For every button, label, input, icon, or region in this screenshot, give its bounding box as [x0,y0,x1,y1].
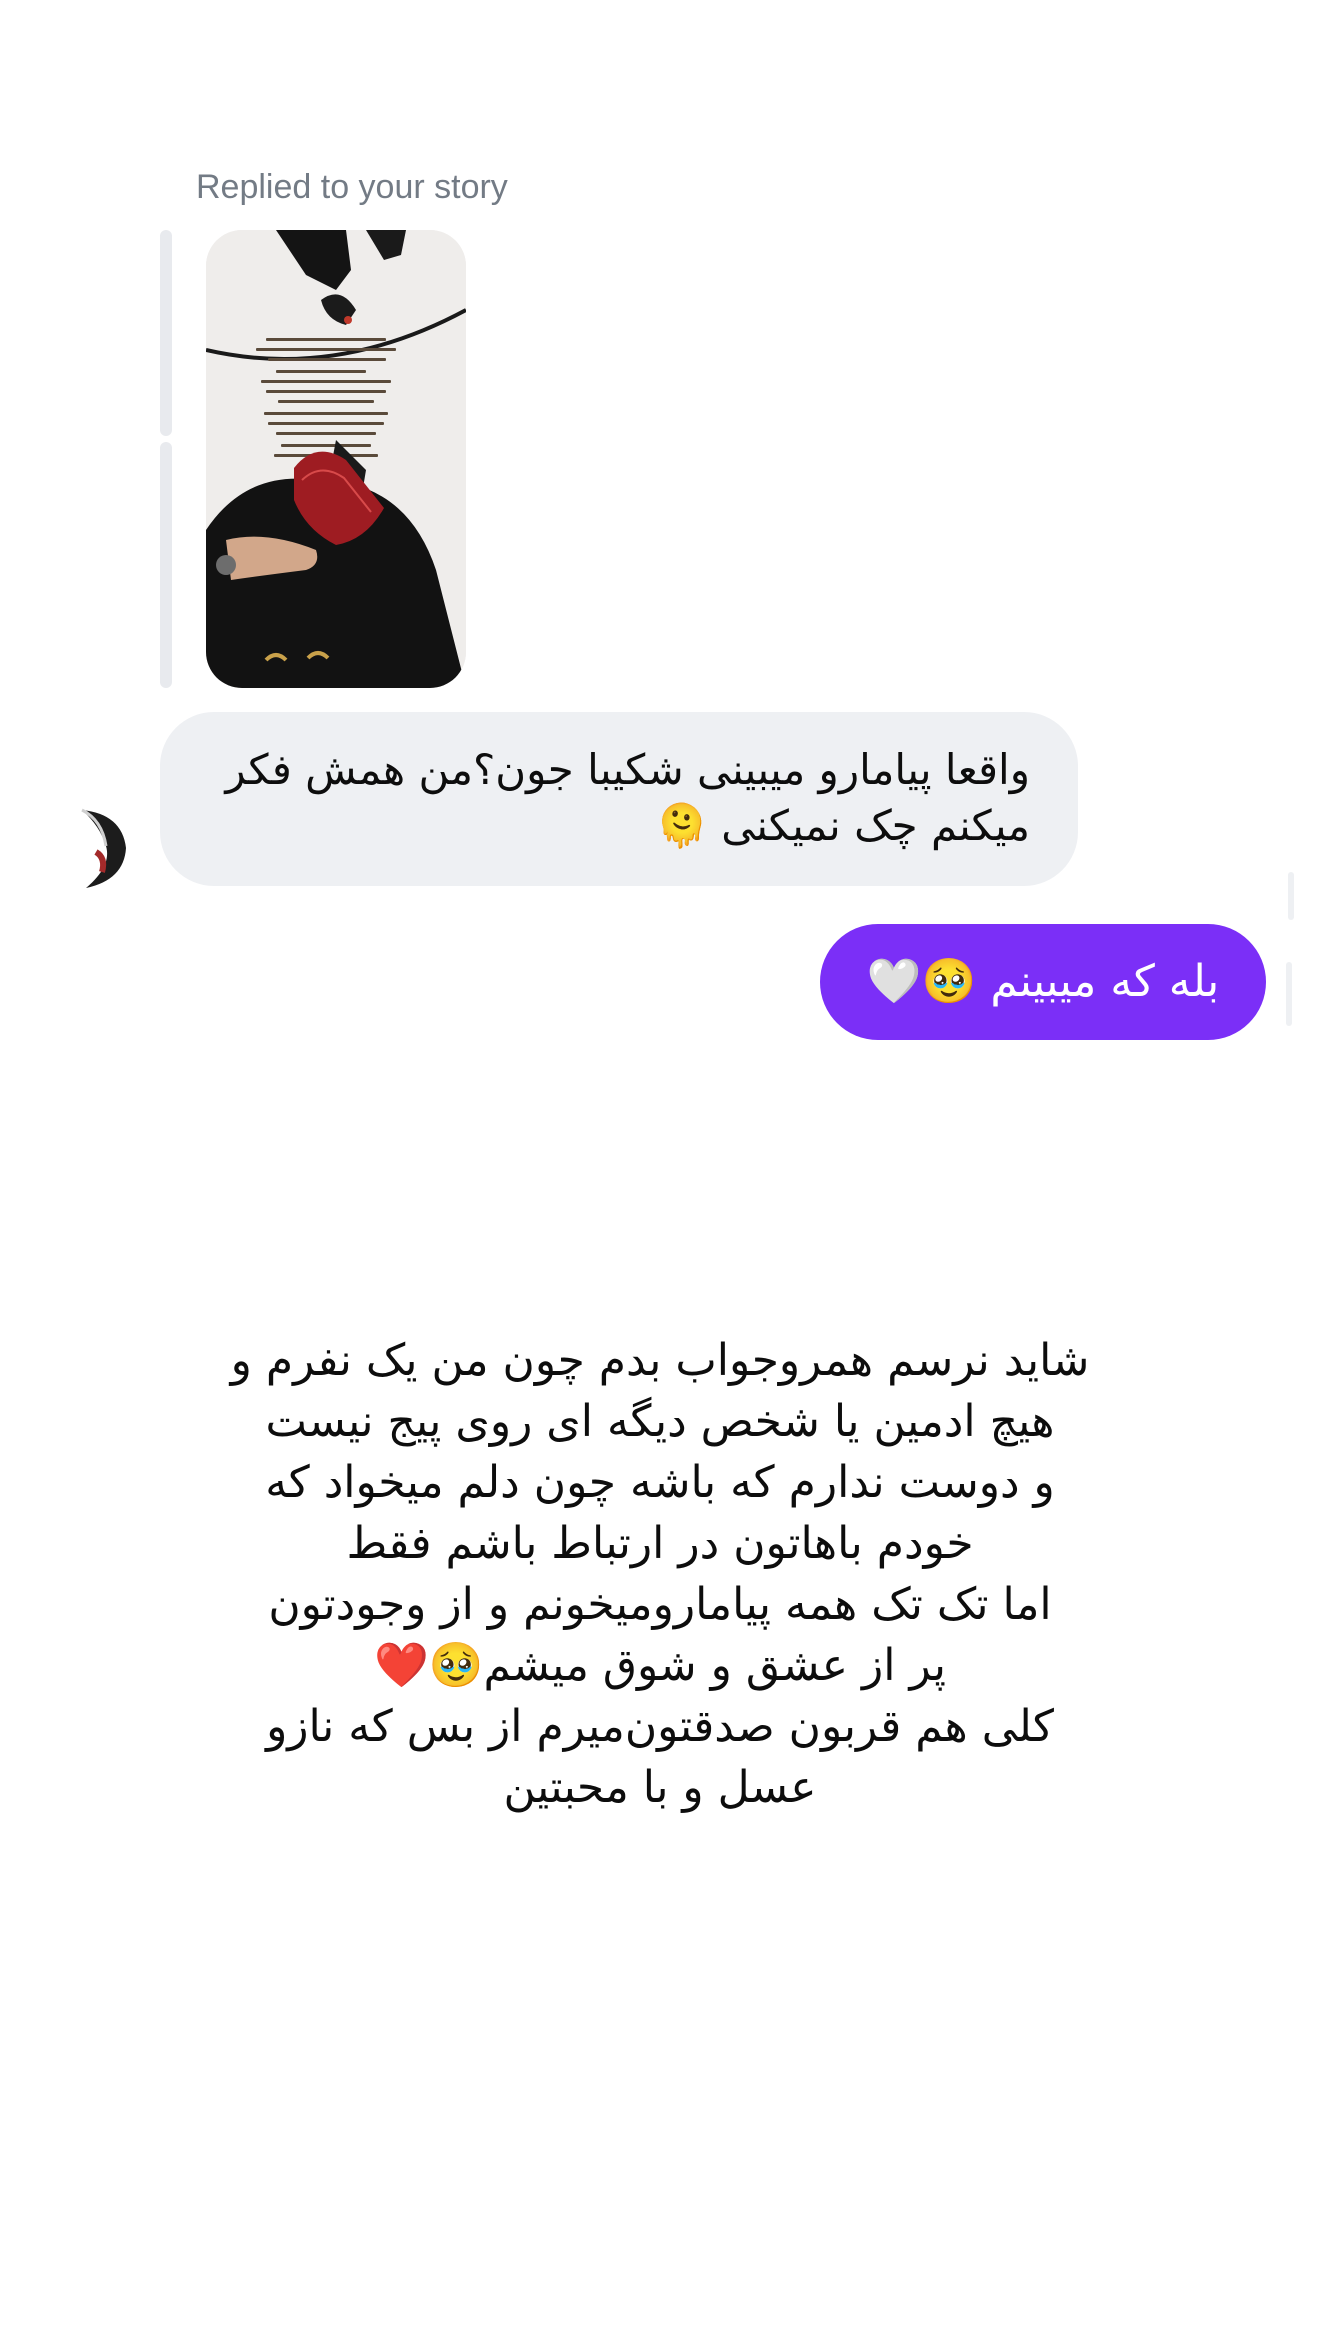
edge-indicator [1286,962,1292,1026]
note-line: کلی هم قربون صدقتون‌میرم از بس که نازو [266,1701,1054,1752]
note-line: خودم باهاتون در ارتباط باشم فقط [346,1518,974,1569]
incoming-message-bubble[interactable]: واقعا پیامارو میبینی شکیبا جون؟من همش فک… [160,712,1078,886]
note-line: شاید نرسم همروجواب بدم چون من یک نفرم و [230,1335,1090,1386]
outgoing-message-bubble[interactable]: بله که میبینم 🥹🤍 [820,924,1266,1040]
story-thumbnail[interactable] [206,230,466,688]
reply-quote-bar [160,442,172,688]
edge-indicator [1288,872,1294,920]
chat-screen: Replied to your story واقعا پیامارو میبی… [0,0,1320,2346]
note-line: و دوست ندارم که باشه چون دلم میخواد که [265,1457,1055,1508]
note-line: اما تک تک همه پیامارو‌میخونم و از وجودتو… [268,1579,1052,1630]
story-note-text: شاید نرسم همروجواب بدم چون من یک نفرم و … [180,1330,1140,1818]
note-line: هیچ ادمین یا شخص دیگه ای روی پیج نیست [265,1396,1055,1447]
story-reply-label: Replied to your story [196,168,508,206]
note-line: عسل و با محبتین [503,1762,817,1813]
reply-quote-bar [160,230,172,436]
note-line: پر از عشق و شوق میشم🥹❤️ [373,1640,947,1691]
sender-avatar[interactable] [72,806,126,888]
